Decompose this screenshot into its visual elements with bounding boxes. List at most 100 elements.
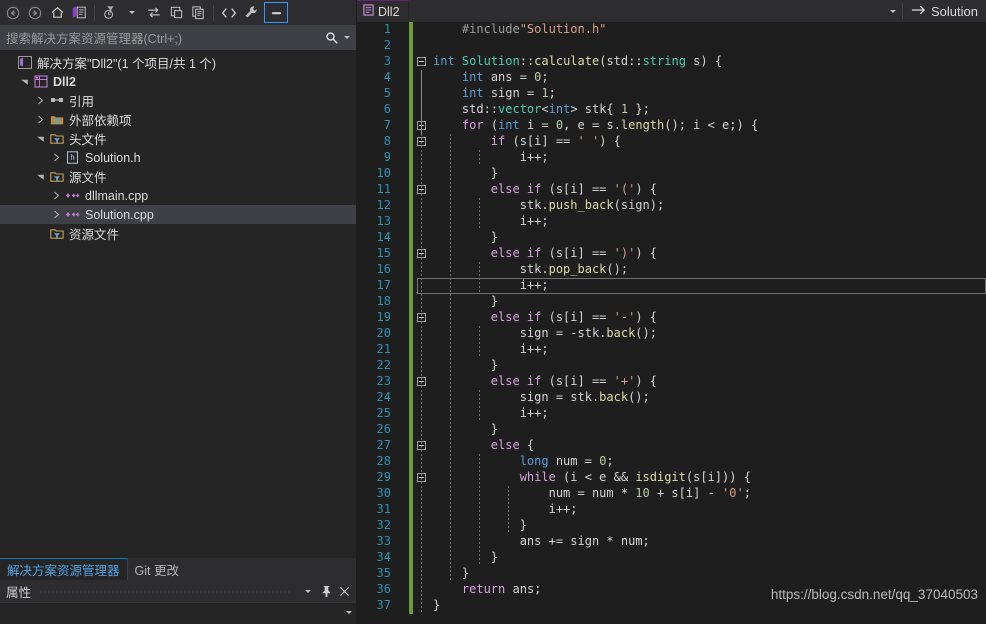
code-line-27[interactable]: 27 else { — [357, 438, 986, 454]
code-line-11[interactable]: 11 else if (s[i] == '(') { — [357, 182, 986, 198]
tree-item-9[interactable]: 资源文件 — [0, 224, 356, 243]
home-icon[interactable] — [46, 2, 68, 23]
code-editor[interactable]: 1 #include"Solution.h" 2 3 int Solution::ca… — [357, 22, 986, 624]
show-all-files-icon[interactable] — [187, 2, 209, 23]
forward-icon[interactable] — [24, 2, 46, 23]
properties-wrench-icon[interactable] — [240, 2, 262, 23]
code-line-3[interactable]: 3 int Solution::calculate(std::string s) … — [357, 54, 986, 70]
tree-item-3[interactable]: 外部依赖项 — [0, 110, 356, 129]
chevron-down-expanded-icon[interactable] — [16, 72, 32, 91]
code-line-19[interactable]: 19 else if (s[i] == '-') { — [357, 310, 986, 326]
code-text: } — [433, 166, 499, 180]
chevron-down-expanded-icon[interactable] — [32, 129, 48, 148]
tree-item-0[interactable]: 解决方案"Dll2"(1 个项目/共 1 个) — [0, 53, 356, 72]
tree-item-2[interactable]: 引用 — [0, 91, 356, 110]
line-number: 24 — [376, 390, 391, 404]
code-line-25[interactable]: 25 i++; — [357, 406, 986, 422]
code-line-15[interactable]: 15 else if (s[i] == ')') { — [357, 246, 986, 262]
code-line-33[interactable]: 33 ans += sign * num; — [357, 534, 986, 550]
code-text: else if (s[i] == '(') { — [490, 182, 657, 196]
code-line-29[interactable]: 29 while (i < e && isdigit(s[i])) { — [357, 470, 986, 486]
change-bar — [409, 518, 413, 534]
code-line-24[interactable]: 24 sign = stk.back(); — [357, 390, 986, 406]
solution-pane-button[interactable]: Solution — [903, 0, 986, 22]
tree-item-1[interactable]: Dll2 — [0, 72, 356, 91]
indent-guide — [421, 294, 422, 310]
tree-item-label: Solution.h — [85, 150, 141, 165]
code-line-34[interactable]: 34 } — [357, 550, 986, 566]
code-line-5[interactable]: 5 int sign = 1; — [357, 86, 986, 102]
search-icon[interactable] — [323, 31, 341, 45]
code-text: for (int i = 0, e = s.length(); i < e;) … — [461, 118, 759, 132]
code-line-14[interactable]: 14 } — [357, 230, 986, 246]
filter-dropdown-icon[interactable] — [121, 2, 143, 23]
change-bar — [409, 310, 413, 326]
tree-item-4[interactable]: 头文件 — [0, 129, 356, 148]
code-line-17[interactable]: 17 i++; — [357, 278, 986, 294]
code-line-12[interactable]: 12 stk.push_back(sign); — [357, 198, 986, 214]
tree-item-6[interactable]: 源文件 — [0, 167, 356, 186]
bottom-tab-0[interactable]: 解决方案资源管理器 — [0, 558, 128, 580]
code-line-7[interactable]: 7 for (int i = 0, e = s.length(); i < e;… — [357, 118, 986, 134]
code-line-16[interactable]: 16 stk.pop_back(); — [357, 262, 986, 278]
bottom-tab-1[interactable]: Git 更改 — [128, 558, 186, 580]
code-line-8[interactable]: 8 if (s[i] == ' ') { — [357, 134, 986, 150]
code-line-23[interactable]: 23 else if (s[i] == '+') { — [357, 374, 986, 390]
chevron-right-icon[interactable] — [32, 110, 48, 129]
code-text: sign = stk.back(); — [433, 390, 650, 404]
chevron-right-icon[interactable] — [48, 186, 64, 205]
change-bar — [409, 390, 413, 406]
code-line-31[interactable]: 31 i++; — [357, 502, 986, 518]
code-text: } — [433, 518, 527, 532]
indent-guide — [421, 358, 422, 374]
indent-guide — [421, 134, 422, 150]
code-line-4[interactable]: 4 int ans = 0; — [357, 70, 986, 86]
code-line-22[interactable]: 22 } — [357, 358, 986, 374]
indent-guide — [421, 534, 422, 550]
tree-item-7[interactable]: dllmain.cpp — [0, 186, 356, 205]
code-line-6[interactable]: 6 std::vector<int> stk{ 1 }; — [357, 102, 986, 118]
code-line-32[interactable]: 32 } — [357, 518, 986, 534]
code-line-21[interactable]: 21 i++; — [357, 342, 986, 358]
solution-tree[interactable]: 解决方案"Dll2"(1 个项目/共 1 个) Dll2 引用 外部依赖项 头文件 h So… — [0, 50, 356, 558]
fold-collapse-icon[interactable] — [417, 57, 426, 66]
close-icon[interactable] — [336, 581, 352, 601]
change-bar — [409, 422, 413, 438]
code-line-20[interactable]: 20 sign = -stk.back(); — [357, 326, 986, 342]
back-icon[interactable] — [2, 2, 24, 23]
code-line-2[interactable]: 2 — [357, 38, 986, 54]
tree-item-5[interactable]: h Solution.h — [0, 148, 356, 167]
chevron-right-icon[interactable] — [48, 205, 64, 224]
code-line-9[interactable]: 9 i++; — [357, 150, 986, 166]
code-view-icon[interactable] — [218, 2, 240, 23]
code-line-18[interactable]: 18 } — [357, 294, 986, 310]
code-line-10[interactable]: 10 } — [357, 166, 986, 182]
pin-icon[interactable] — [318, 581, 334, 601]
collapse-all-icon[interactable] — [165, 2, 187, 23]
search-bar[interactable]: 搜索解决方案资源管理器(Ctrl+;) — [0, 25, 356, 50]
pending-changes-filter-icon[interactable] — [99, 2, 121, 23]
code-line-30[interactable]: 30 num = num * 10 + s[i] - '0'; — [357, 486, 986, 502]
code-line-1[interactable]: 1 #include"Solution.h" — [357, 22, 986, 38]
search-input[interactable]: 搜索解决方案资源管理器(Ctrl+;) — [6, 28, 323, 47]
sync-with-active-document-icon[interactable] — [68, 2, 90, 23]
code-line-28[interactable]: 28 long num = 0; — [357, 454, 986, 470]
chevron-down-expanded-icon[interactable] — [32, 167, 48, 186]
code-line-26[interactable]: 26 } — [357, 422, 986, 438]
chevron-right-icon[interactable] — [48, 148, 64, 167]
document-tab-dll2[interactable]: Dll2 — [357, 0, 409, 22]
refresh-icon[interactable] — [143, 2, 165, 23]
chevron-down-icon[interactable] — [884, 0, 902, 22]
window-dropdown-icon[interactable] — [300, 581, 316, 601]
scroll-down-icon[interactable] — [346, 611, 352, 614]
code-line-13[interactable]: 13 i++; — [357, 214, 986, 230]
code-text: num = num * 10 + s[i] - '0'; — [433, 486, 751, 500]
preview-selected-items-icon[interactable] — [264, 2, 288, 23]
code-line-35[interactable]: 35 } — [357, 566, 986, 582]
chevron-right-icon[interactable] — [32, 91, 48, 110]
code-text: long num = 0; — [519, 454, 614, 468]
tree-item-8[interactable]: Solution.cpp — [0, 205, 356, 224]
document-tab-label: Dll2 — [378, 4, 400, 19]
line-number: 27 — [376, 438, 391, 452]
chevron-down-icon[interactable] — [344, 36, 350, 39]
